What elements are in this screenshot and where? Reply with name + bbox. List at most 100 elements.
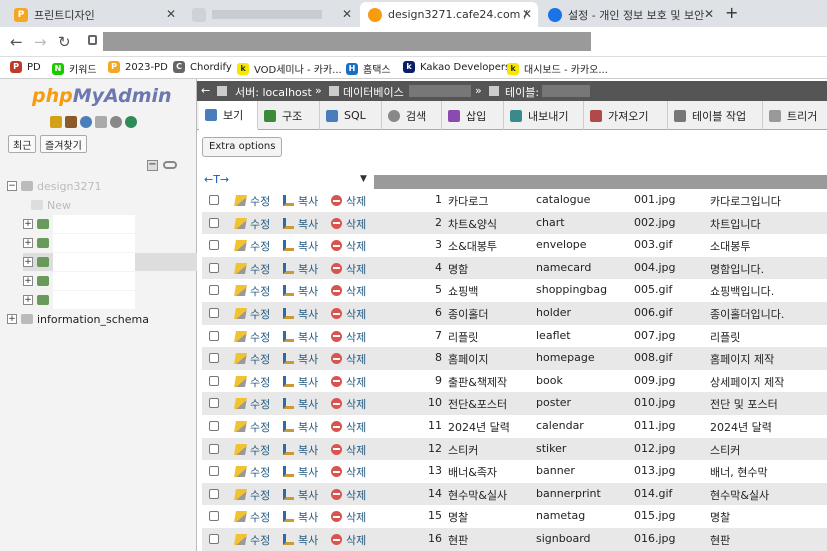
tab-insert[interactable]: 삽입	[442, 101, 504, 130]
delete-link[interactable]: 삭제	[331, 193, 366, 209]
copy-link[interactable]: 복사	[283, 487, 318, 503]
chevron-down-icon[interactable]: ▼	[360, 174, 367, 184]
delete-link[interactable]: 삭제	[331, 261, 366, 277]
delete-link[interactable]: 삭제	[331, 532, 366, 548]
expand-icon[interactable]: +	[23, 295, 33, 305]
close-icon[interactable]: ✕	[166, 7, 176, 21]
row-checkbox[interactable]	[209, 488, 219, 499]
extra-options-button[interactable]: Extra options	[202, 137, 283, 157]
edit-link[interactable]: 수정	[234, 419, 270, 435]
edit-link[interactable]: 수정	[234, 442, 270, 458]
row-checkbox[interactable]	[209, 217, 219, 228]
gear-icon[interactable]	[110, 116, 122, 128]
row-checkbox[interactable]	[209, 262, 219, 273]
edit-link[interactable]: 수정	[234, 351, 270, 367]
docs-icon[interactable]	[95, 116, 107, 128]
copy-link[interactable]: 복사	[283, 238, 318, 254]
expand-icon[interactable]: +	[23, 238, 33, 248]
delete-link[interactable]: 삭제	[331, 396, 366, 412]
copy-link[interactable]: 복사	[283, 283, 318, 299]
close-icon[interactable]: ✕	[522, 7, 532, 21]
column-resize-arrows[interactable]: ←T→	[204, 173, 229, 186]
bookmark-kakao-dev[interactable]: k Kakao Developers	[403, 61, 510, 73]
row-checkbox[interactable]	[209, 375, 219, 386]
copy-link[interactable]: 복사	[283, 374, 318, 390]
back-arrow-icon[interactable]: ←	[10, 33, 23, 51]
breadcrumb-database[interactable]: 데이터베이스	[343, 84, 404, 100]
forward-arrow-icon[interactable]: →	[34, 33, 47, 51]
edit-link[interactable]: 수정	[234, 396, 270, 412]
edit-link[interactable]: 수정	[234, 306, 270, 322]
edit-link[interactable]: 수정	[234, 329, 270, 345]
copy-link[interactable]: 복사	[283, 261, 318, 277]
edit-link[interactable]: 수정	[234, 261, 270, 277]
breadcrumb-server[interactable]: 서버: localhost	[235, 84, 312, 100]
row-checkbox[interactable]	[209, 398, 219, 409]
copy-link[interactable]: 복사	[283, 216, 318, 232]
breadcrumb-table[interactable]: 테이블:	[505, 84, 539, 100]
tab-structure[interactable]: 구조	[258, 101, 320, 130]
copy-link[interactable]: 복사	[283, 329, 318, 345]
tab-import[interactable]: 가져오기	[584, 101, 668, 130]
tab-export[interactable]: 내보내기	[504, 101, 584, 130]
delete-link[interactable]: 삭제	[331, 464, 366, 480]
copy-link[interactable]: 복사	[283, 464, 318, 480]
browser-tab-1[interactable]: P 프린트디자인 ✕	[6, 2, 182, 27]
bookmark-hometax[interactable]: H 홈택스	[346, 61, 391, 76]
bookmark-pd[interactable]: P PD	[10, 61, 41, 73]
expand-icon[interactable]: +	[23, 257, 33, 267]
browser-tab-2[interactable]: ✕	[184, 2, 358, 27]
copy-link[interactable]: 복사	[283, 396, 318, 412]
copy-link[interactable]: 복사	[283, 509, 318, 525]
tree-new[interactable]: New	[31, 196, 71, 214]
expand-icon[interactable]: +	[23, 219, 33, 229]
edit-link[interactable]: 수정	[234, 216, 270, 232]
row-checkbox[interactable]	[209, 285, 219, 296]
edit-link[interactable]: 수정	[234, 509, 270, 525]
favorites-button[interactable]: 즐겨찾기	[40, 135, 87, 153]
collapse-icon[interactable]: −	[7, 181, 17, 191]
url-field-redacted[interactable]	[103, 32, 591, 51]
edit-link[interactable]: 수정	[234, 193, 270, 209]
logout-icon[interactable]	[65, 116, 77, 128]
tree-table-3[interactable]: +	[23, 253, 197, 271]
delete-link[interactable]: 삭제	[331, 329, 366, 345]
edit-link[interactable]: 수정	[234, 374, 270, 390]
tree-table-1[interactable]: +	[23, 215, 135, 233]
row-checkbox[interactable]	[209, 443, 219, 454]
new-tab-button[interactable]: +	[725, 3, 738, 22]
edit-link[interactable]: 수정	[234, 532, 270, 548]
delete-link[interactable]: 삭제	[331, 442, 366, 458]
edit-link[interactable]: 수정	[234, 487, 270, 503]
delete-link[interactable]: 삭제	[331, 216, 366, 232]
delete-link[interactable]: 삭제	[331, 419, 366, 435]
close-icon[interactable]: ✕	[704, 7, 714, 21]
bookmark-vod[interactable]: k VOD세미나 - 카카...	[237, 61, 342, 76]
expand-icon[interactable]: +	[7, 314, 17, 324]
reload-icon[interactable]: ↻	[58, 33, 71, 51]
browser-tab-4[interactable]: 설정 - 개인 정보 보호 및 보안 ✕	[540, 2, 720, 27]
copy-link[interactable]: 복사	[283, 419, 318, 435]
edit-link[interactable]: 수정	[234, 283, 270, 299]
row-checkbox[interactable]	[209, 421, 219, 431]
delete-link[interactable]: 삭제	[331, 509, 366, 525]
copy-link[interactable]: 복사	[283, 442, 318, 458]
copy-link[interactable]: 복사	[283, 193, 318, 209]
row-checkbox[interactable]	[209, 195, 219, 205]
expand-icon[interactable]: +	[23, 276, 33, 286]
reload-icon[interactable]	[125, 116, 137, 128]
row-checkbox[interactable]	[209, 308, 219, 318]
delete-link[interactable]: 삭제	[331, 238, 366, 254]
tab-browse[interactable]: 보기	[199, 101, 258, 130]
tree-db-information-schema[interactable]: + information_schema	[7, 310, 149, 328]
copy-link[interactable]: 복사	[283, 532, 318, 548]
delete-link[interactable]: 삭제	[331, 374, 366, 390]
copy-link[interactable]: 복사	[283, 306, 318, 322]
row-checkbox[interactable]	[209, 534, 219, 544]
tree-table-4[interactable]: +	[23, 272, 135, 290]
edit-link[interactable]: 수정	[234, 464, 270, 480]
collapse-arrow-icon[interactable]: ←	[201, 84, 210, 97]
row-checkbox[interactable]	[209, 330, 219, 341]
copy-link[interactable]: 복사	[283, 351, 318, 367]
row-checkbox[interactable]	[209, 353, 219, 364]
